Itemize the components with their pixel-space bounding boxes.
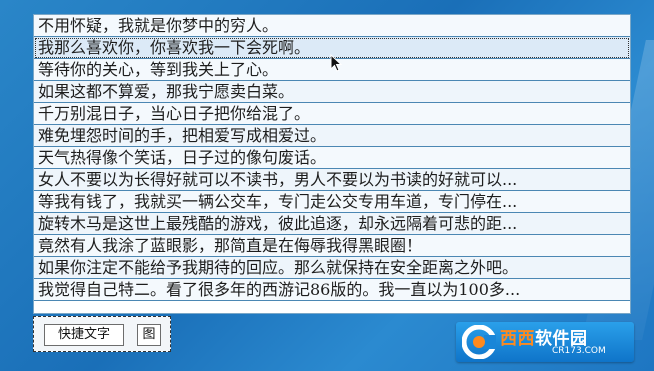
watermark-url: CR173.COM <box>552 346 606 356</box>
phrase-row[interactable]: 旋转木马是这世上最残酷的游戏，彼此追逐，却永远隔着可悲的距... <box>34 213 630 235</box>
phrase-row[interactable]: 女人不要以为长得好就可以不读书，男人不要以为书读的好就可以... <box>34 169 630 191</box>
phrase-row[interactable]: 竟然有人我涂了蓝眼影，那简直是在侮辱我得黑眼圈！ <box>34 235 630 257</box>
mouse-cursor-icon <box>330 54 342 72</box>
phrase-row[interactable]: 难免埋怨时间的手，把相爱写成相爱过。 <box>34 125 630 147</box>
phrase-row[interactable]: 天气热得像个笑话，日子过的像句废话。 <box>34 147 630 169</box>
phrase-row[interactable]: 我觉得自己特二。看了很多年的西游记86版的。我一直以为100多... <box>34 279 630 301</box>
phrase-row[interactable]: 如果这都不算爱，那我宁愿卖白菜。 <box>34 81 630 103</box>
cr173-logo-icon <box>462 325 496 359</box>
image-button[interactable]: 图 <box>137 324 161 346</box>
watermark-brand-a: 西西 <box>500 329 535 349</box>
quick-text-button[interactable]: 快捷文字 <box>44 324 124 346</box>
phrase-row[interactable]: 等我有钱了，我就买一辆公交车，专门走公交专用车道，专门停在... <box>34 191 630 213</box>
site-watermark: 西西软件园 CR173.COM <box>456 322 634 362</box>
phrase-row[interactable]: 不用怀疑，我就是你梦中的穷人。 <box>34 15 630 37</box>
phrase-row[interactable]: 千万别混日子，当心日子把你给混了。 <box>34 103 630 125</box>
bottom-toolbar: 快捷文字 图 <box>33 316 171 352</box>
phrase-row[interactable]: 如果你注定不能给予我期待的回应。那么就保持在安全距离之外吧。 <box>34 257 630 279</box>
